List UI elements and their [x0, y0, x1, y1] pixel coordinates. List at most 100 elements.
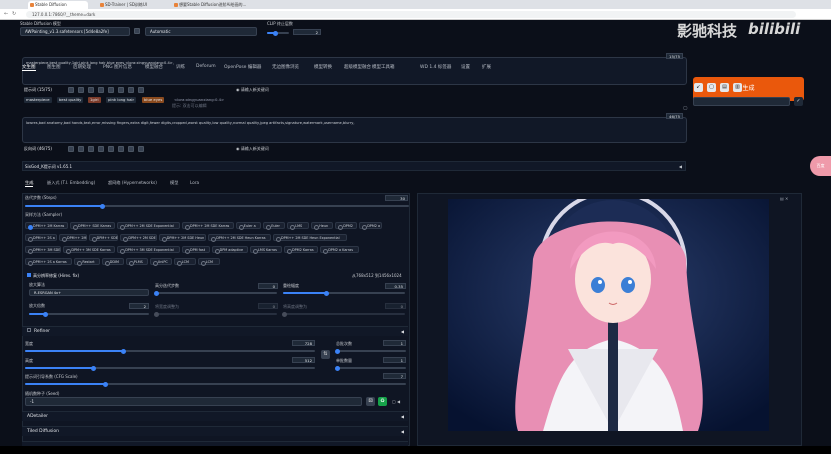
steps-value[interactable]: 30 [385, 195, 408, 201]
generated-image[interactable] [448, 199, 769, 431]
prompt-tool-icon[interactable] [108, 87, 114, 93]
tab-5[interactable]: 训练 [176, 64, 185, 70]
sampler-option[interactable]: Euler [263, 222, 286, 230]
sampler-option[interactable]: DPM++ 2M SDE Exponential [117, 222, 180, 230]
tab-7[interactable]: OpenPose 编辑器 [224, 64, 261, 70]
styles-select[interactable] [693, 97, 790, 106]
sampler-option[interactable]: DPM++ 3M SDE Exponential [117, 246, 180, 254]
refiner-accordion[interactable]: Refiner ◀ [22, 326, 408, 336]
batch-count-value[interactable]: 1 [383, 340, 406, 346]
prompt-token[interactable]: masterpiece [24, 97, 52, 103]
prompt-toggle[interactable]: ◉ 请输入新关键词 [236, 87, 269, 93]
subtab-4[interactable]: Lora [190, 180, 199, 185]
prompt-token[interactable]: best quality [57, 97, 84, 103]
hires-checkbox[interactable] [27, 273, 31, 277]
sampler-option[interactable]: LCM [197, 258, 220, 266]
negative-tool-icon[interactable] [138, 146, 144, 152]
apply-style-icon[interactable]: ✓ [794, 97, 803, 106]
steps-slider[interactable] [25, 203, 409, 209]
subtab-0[interactable]: 生成 [25, 180, 34, 187]
batch-size-value[interactable]: 1 [383, 357, 406, 363]
url-field[interactable]: 127.0.0.1:7860/?__theme=dark [26, 11, 796, 18]
back-icon[interactable]: ← [4, 11, 8, 18]
seed-extra-checkbox[interactable]: ▢ ◀ [392, 399, 400, 404]
negative-input[interactable]: lowres,bad anatomy,bad hands,text,error,… [22, 117, 687, 143]
seed-input[interactable]: -1 [25, 397, 362, 406]
denoise-slider[interactable] [283, 290, 405, 296]
sampler-option[interactable]: DPM++ 2S a [25, 234, 57, 242]
sampler-option[interactable]: LMS [287, 222, 310, 230]
clip-slider[interactable] [267, 30, 289, 36]
hires-scale-slider[interactable] [29, 311, 149, 317]
recycle-icon[interactable]: ♻ [378, 397, 387, 406]
tab-14[interactable]: 扩展 [482, 64, 491, 70]
prompt-token[interactable]: 1girl [88, 97, 101, 103]
sampler-option[interactable]: PLMS [125, 258, 148, 266]
subtab-1[interactable]: 嵌入式 (T.I. Embedding) [47, 180, 95, 186]
tab-1[interactable]: 图生图 [47, 64, 61, 70]
sampler-option[interactable]: DPM2 a Karras [320, 246, 359, 254]
tab-11[interactable]: 模型工具箱 [372, 64, 395, 70]
negative-tool-icon[interactable] [68, 146, 74, 152]
sampler-option[interactable]: DPM++ 3M SDE Karras [63, 246, 116, 254]
hires-scale-value[interactable]: 2 [129, 303, 149, 309]
tab-9[interactable]: 模型转换 [314, 64, 332, 70]
prompt-tool-icon[interactable] [128, 87, 134, 93]
negative-tool-icon[interactable] [78, 146, 84, 152]
denoise-value[interactable]: 0.35 [385, 283, 406, 289]
resize-w-slider[interactable] [153, 311, 277, 317]
batch-size-slider[interactable] [334, 365, 406, 371]
clipboard-icon[interactable]: ▤ [720, 83, 729, 92]
negative-tool-icon[interactable] [128, 146, 134, 152]
sampler-option[interactable]: DPM++ SDE Karras [70, 222, 116, 230]
side-badge[interactable]: 百度 [810, 156, 831, 176]
refresh-circle-icon[interactable]: ◯ [683, 105, 687, 110]
browser-tab-3[interactable]: 想要Stable Diffusion进阶Ai绘画的... [172, 1, 252, 9]
sixgod-bar[interactable]: SixGod_K提示词 v1.65.1 ◀ [22, 161, 686, 171]
prompt-tool-icon[interactable] [78, 87, 84, 93]
negative-tool-icon[interactable] [118, 146, 124, 152]
prompt-token[interactable]: <lora:xingyuanxiang:0.4> [172, 97, 226, 103]
subtab-2[interactable]: 超网络 (Hypernetworks) [108, 180, 157, 186]
refresh-model-icon[interactable] [134, 28, 140, 34]
trash-icon[interactable]: ▢ [707, 83, 716, 92]
prompt-tool-icon[interactable] [68, 87, 74, 93]
sampler-option[interactable]: Restart [74, 258, 100, 266]
tiled-diffusion-accordion[interactable]: Tiled Diffusion ◀ [22, 426, 408, 436]
width-value[interactable]: 728 [292, 340, 315, 346]
output-close-icon[interactable]: ▤ ✕ [780, 196, 788, 201]
sampler-option[interactable]: DPM++ 2M SDE Heun [158, 234, 207, 242]
sampler-option[interactable]: DPM fast [182, 246, 210, 254]
height-slider[interactable] [25, 365, 315, 371]
tab-13[interactable]: 设置 [461, 64, 470, 70]
browser-tab-1[interactable]: Stable Diffusion [28, 1, 88, 9]
tab-6[interactable]: Deforum [196, 64, 216, 69]
model-select[interactable]: AWPainting_v1.3.safetensors [5d4e8a2fe] [20, 27, 130, 36]
subtab-3[interactable]: 模型 [170, 180, 178, 186]
sampler-option[interactable]: DPM++ 2S a Karras [25, 258, 73, 266]
tab-4[interactable]: 模型融合 [145, 64, 163, 70]
sampler-option[interactable]: DPM2 [335, 222, 358, 230]
sampler-option[interactable]: LMS Karras [250, 246, 282, 254]
sampler-option[interactable]: DPM2 a [359, 222, 383, 230]
resize-h-value[interactable]: 0 [385, 303, 406, 309]
hires-steps-value[interactable]: 0 [258, 283, 278, 289]
sampler-option[interactable]: DPM++ 2M SDE [120, 234, 157, 242]
sampler-option[interactable]: Heun [311, 222, 334, 230]
upscaler-select[interactable]: R-ESRGAN 4x+ [29, 289, 149, 296]
hires-steps-slider[interactable] [153, 290, 277, 296]
browser-tab-2[interactable]: SD-Trainer | SD训练UI [98, 1, 168, 9]
tab-10[interactable]: 超级模型融合 [344, 64, 371, 70]
resize-h-slider[interactable] [281, 311, 405, 317]
negative-toggle[interactable]: ◉ 请输入新关键词 [236, 146, 269, 152]
sampler-option[interactable]: DPM++ 2M [59, 234, 87, 242]
cfg-slider[interactable] [25, 381, 406, 387]
prompt-tool-icon[interactable] [88, 87, 94, 93]
sampler-option[interactable]: UniPC [149, 258, 172, 266]
tab-0[interactable]: 文生图 [22, 64, 36, 71]
vae-select[interactable]: Automatic [145, 27, 257, 36]
adetailer-accordion[interactable]: ADetailer ◀ [22, 411, 408, 421]
sampler-option[interactable]: Euler a [235, 222, 262, 230]
save-style-icon[interactable]: ▥ [733, 83, 742, 92]
tab-8[interactable]: 无边图像浏览 [272, 64, 299, 70]
